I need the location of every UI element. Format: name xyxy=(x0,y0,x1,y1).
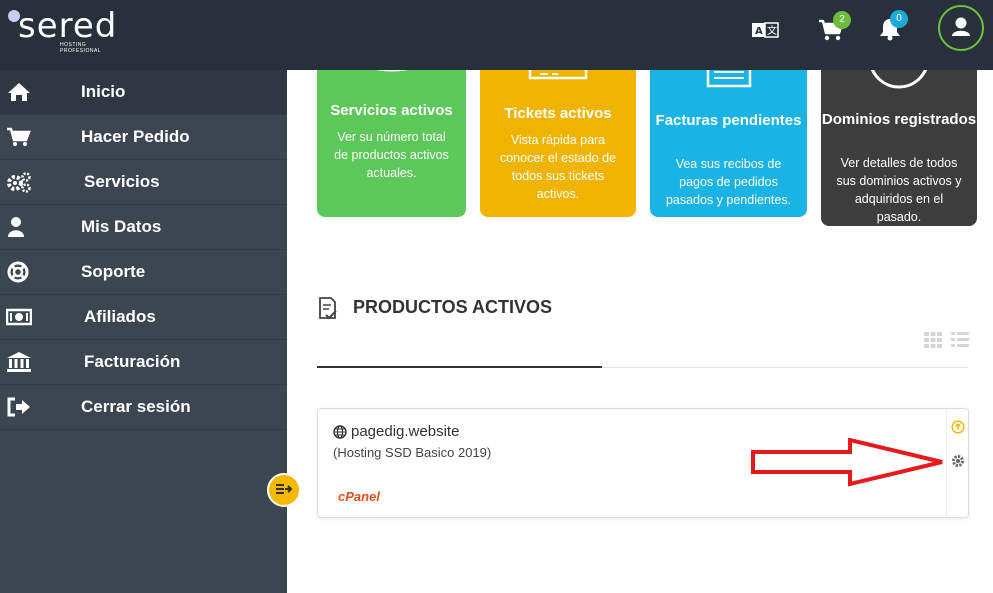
sidebar-item-label: Facturación xyxy=(84,352,181,371)
sidebar-item-inicio[interactable]: Inicio xyxy=(0,70,287,115)
sidebar-item-label: Afiliados xyxy=(84,307,156,326)
globe-icon xyxy=(871,70,927,89)
card-title: Facturas pendientes xyxy=(655,112,802,129)
document-check-icon xyxy=(319,297,337,320)
card-title: Servicios activos xyxy=(330,102,453,119)
logo[interactable]: sered HOSTING PROFESIONAL xyxy=(8,6,128,54)
sidebar-item-hacer-pedido[interactable]: Hacer Pedido xyxy=(0,115,287,160)
top-bar: sered HOSTING PROFESIONAL A 文 2 0 xyxy=(0,0,993,70)
logo-subtitle: HOSTING PROFESIONAL xyxy=(60,42,102,54)
home-icon xyxy=(8,83,30,101)
card-dominios-registrados[interactable]: Dominios registrados Ver detalles de tod… xyxy=(821,70,977,226)
translate-icon[interactable]: A 文 xyxy=(752,22,780,43)
svg-text:文: 文 xyxy=(767,24,777,37)
sidebar-item-afiliados[interactable]: Afiliados xyxy=(0,295,287,340)
product-domain[interactable]: pagedig.website xyxy=(351,423,459,440)
card-facturas-pendientes[interactable]: Facturas pendientes Vea sus recibos de p… xyxy=(650,70,807,217)
sidebar-item-soporte[interactable]: Soporte xyxy=(0,250,287,295)
sidebar: Inicio Hacer Pedido Servicios Mis Datos xyxy=(0,70,287,593)
sidebar-item-mis-datos[interactable]: Mis Datos xyxy=(0,205,287,250)
money-icon xyxy=(6,308,32,326)
services-icon xyxy=(376,70,408,72)
card-description: Ver su número total de productos activos… xyxy=(334,130,449,180)
cart-count-badge: 2 xyxy=(833,11,851,29)
list-view-icon[interactable] xyxy=(951,332,969,348)
section-title-productos-activos: PRODUCTOS ACTIVOS xyxy=(353,297,553,317)
gear-icon[interactable] xyxy=(951,454,965,468)
section-divider xyxy=(602,367,968,368)
user-avatar-button[interactable] xyxy=(938,5,984,51)
section-divider-active xyxy=(317,366,602,368)
bank-icon xyxy=(7,352,31,372)
sidebar-item-label: Hacer Pedido xyxy=(81,127,190,146)
gears-icon xyxy=(7,172,31,193)
card-description: Ver detalles de todos sus dominios activ… xyxy=(836,156,962,224)
card-description: Vea sus recibos de pagos de pedidos pasa… xyxy=(665,157,792,207)
card-title: Dominios registrados xyxy=(821,111,977,128)
expand-arrow-icon xyxy=(276,484,293,494)
card-servicios-activos[interactable]: Servicios activos Ver su número total de… xyxy=(317,70,466,217)
cpanel-logo[interactable]: cPanel xyxy=(338,489,380,504)
grid-view-icon[interactable] xyxy=(924,332,942,348)
user-icon xyxy=(952,17,970,36)
sidebar-item-label: Mis Datos xyxy=(81,217,162,236)
cart-icon xyxy=(7,127,31,146)
sidebar-item-cerrar-sesion[interactable]: Cerrar sesión xyxy=(0,385,287,430)
lifebuoy-icon xyxy=(7,261,29,283)
sidebar-item-label: Servicios xyxy=(84,172,160,191)
sidebar-item-facturacion[interactable]: Facturación xyxy=(0,340,287,385)
invoice-icon xyxy=(706,70,752,88)
card-description: Vista rápida para conocer el estado de t… xyxy=(499,133,617,201)
notifications-count-badge: 0 xyxy=(890,10,908,28)
sidebar-toggle-button[interactable] xyxy=(267,473,301,507)
logo-text: sered xyxy=(18,6,118,46)
globe-icon xyxy=(333,425,347,439)
card-tickets-activos[interactable]: Tickets activos Vista rápida para conoce… xyxy=(480,70,636,217)
user-icon xyxy=(8,217,24,237)
upgrade-icon[interactable] xyxy=(951,420,965,434)
red-arrow-annotation xyxy=(751,438,943,487)
sidebar-item-servicios[interactable]: Servicios xyxy=(0,160,287,205)
card-title: Tickets activos xyxy=(504,105,612,122)
product-plan: (Hosting SSD Basico 2019) xyxy=(333,445,492,460)
ticket-icon xyxy=(528,70,588,80)
svg-text:A: A xyxy=(755,26,763,37)
sidebar-item-label: Soporte xyxy=(81,262,146,281)
sidebar-item-label: Cerrar sesión xyxy=(81,397,191,416)
sidebar-item-label: Inicio xyxy=(81,82,126,101)
logout-icon xyxy=(7,397,30,417)
